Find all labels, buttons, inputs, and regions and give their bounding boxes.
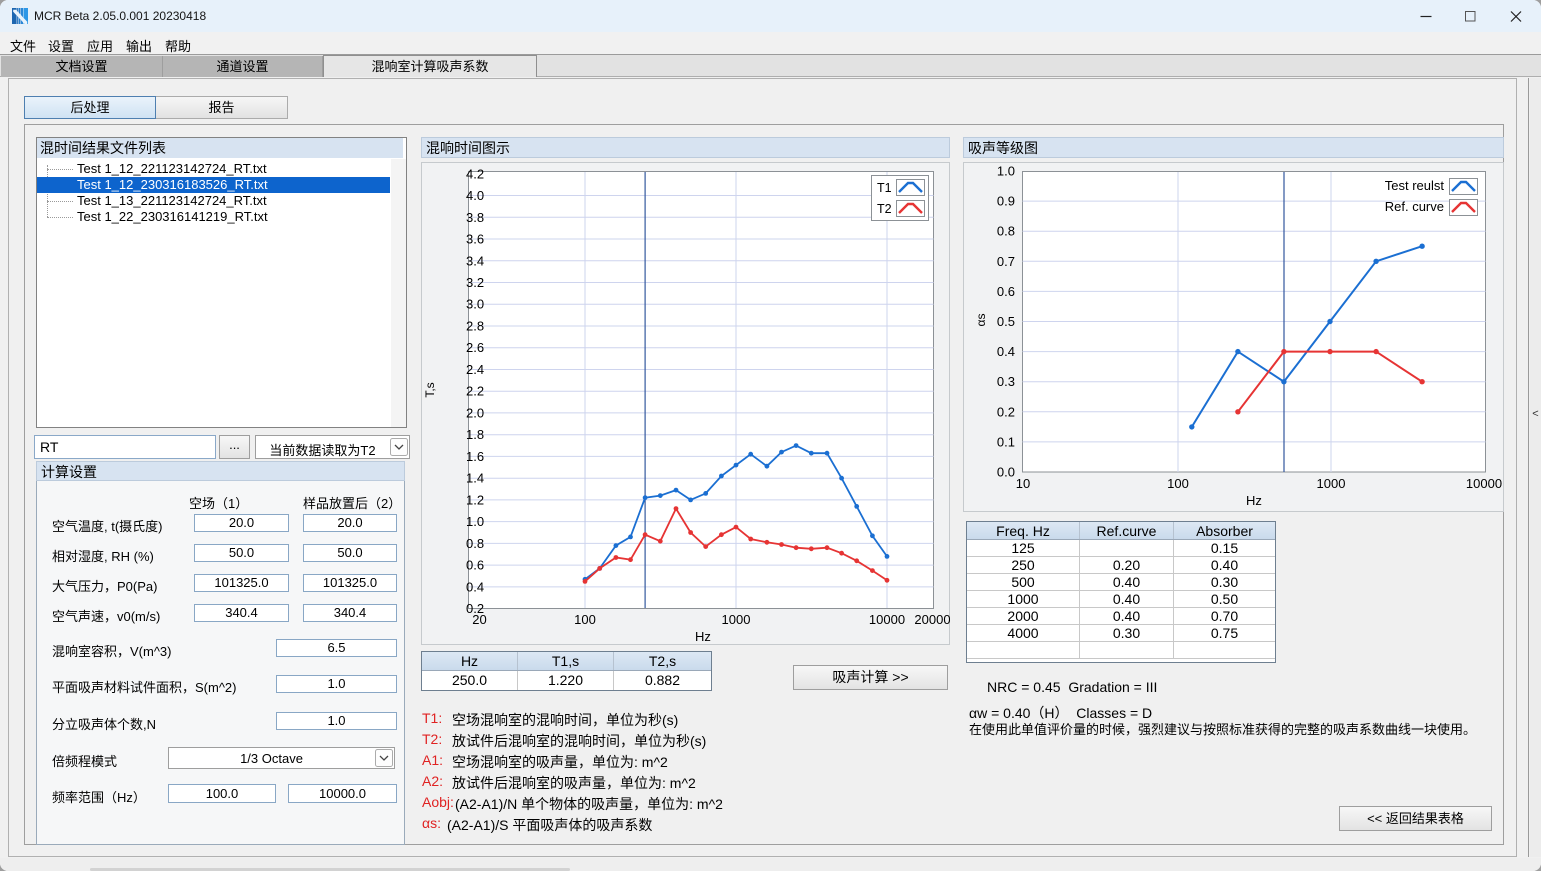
svg-text:20: 20 <box>472 612 486 627</box>
svg-text:Hz: Hz <box>1246 493 1262 508</box>
svg-text:2.0: 2.0 <box>466 405 484 420</box>
svg-text:4.2: 4.2 <box>466 166 484 181</box>
svg-text:1.4: 1.4 <box>466 471 484 486</box>
svg-text:3.4: 3.4 <box>466 253 484 268</box>
svg-text:1.2: 1.2 <box>466 492 484 507</box>
svg-text:0.3: 0.3 <box>997 374 1015 389</box>
svg-text:0.9: 0.9 <box>997 194 1015 209</box>
svg-text:100: 100 <box>574 612 596 627</box>
svg-text:3.0: 3.0 <box>466 297 484 312</box>
svg-text:1.8: 1.8 <box>466 427 484 442</box>
svg-text:3.2: 3.2 <box>466 275 484 290</box>
svg-text:10000: 10000 <box>1466 476 1502 491</box>
svg-text:0.8: 0.8 <box>997 224 1015 239</box>
svg-text:Test reulst: Test reulst <box>1385 178 1445 193</box>
svg-text:2.6: 2.6 <box>466 340 484 355</box>
svg-text:1.0: 1.0 <box>466 514 484 529</box>
svg-text:1.0: 1.0 <box>997 164 1015 179</box>
svg-text:1000: 1000 <box>1317 476 1346 491</box>
svg-text:0.1: 0.1 <box>997 434 1015 449</box>
svg-text:2.2: 2.2 <box>466 384 484 399</box>
svg-text:1.6: 1.6 <box>466 449 484 464</box>
svg-text:0.0: 0.0 <box>997 465 1015 480</box>
svg-text:100: 100 <box>1167 476 1189 491</box>
svg-text:Hz: Hz <box>695 629 711 644</box>
svg-text:Ref. curve: Ref. curve <box>1385 199 1444 214</box>
svg-text:T2: T2 <box>877 202 892 216</box>
svg-text:20000: 20000 <box>914 612 950 627</box>
svg-text:0.4: 0.4 <box>466 579 484 594</box>
svg-text:0.2: 0.2 <box>997 404 1015 419</box>
svg-text:0.6: 0.6 <box>466 558 484 573</box>
svg-text:1000: 1000 <box>722 612 751 627</box>
svg-text:T,s: T,s <box>423 382 437 397</box>
svg-text:10000: 10000 <box>869 612 905 627</box>
svg-text:4.0: 4.0 <box>466 188 484 203</box>
svg-text:3.8: 3.8 <box>466 210 484 225</box>
svg-text:0.5: 0.5 <box>997 314 1015 329</box>
svg-text:2.4: 2.4 <box>466 362 484 377</box>
svg-text:10: 10 <box>1016 476 1030 491</box>
svg-text:αs: αs <box>974 314 988 327</box>
svg-text:0.7: 0.7 <box>997 254 1015 269</box>
svg-text:0.4: 0.4 <box>997 344 1015 359</box>
svg-text:0.6: 0.6 <box>997 284 1015 299</box>
svg-text:T1: T1 <box>877 181 892 195</box>
svg-text:0.8: 0.8 <box>466 536 484 551</box>
svg-text:2.8: 2.8 <box>466 319 484 334</box>
svg-text:3.6: 3.6 <box>466 232 484 247</box>
